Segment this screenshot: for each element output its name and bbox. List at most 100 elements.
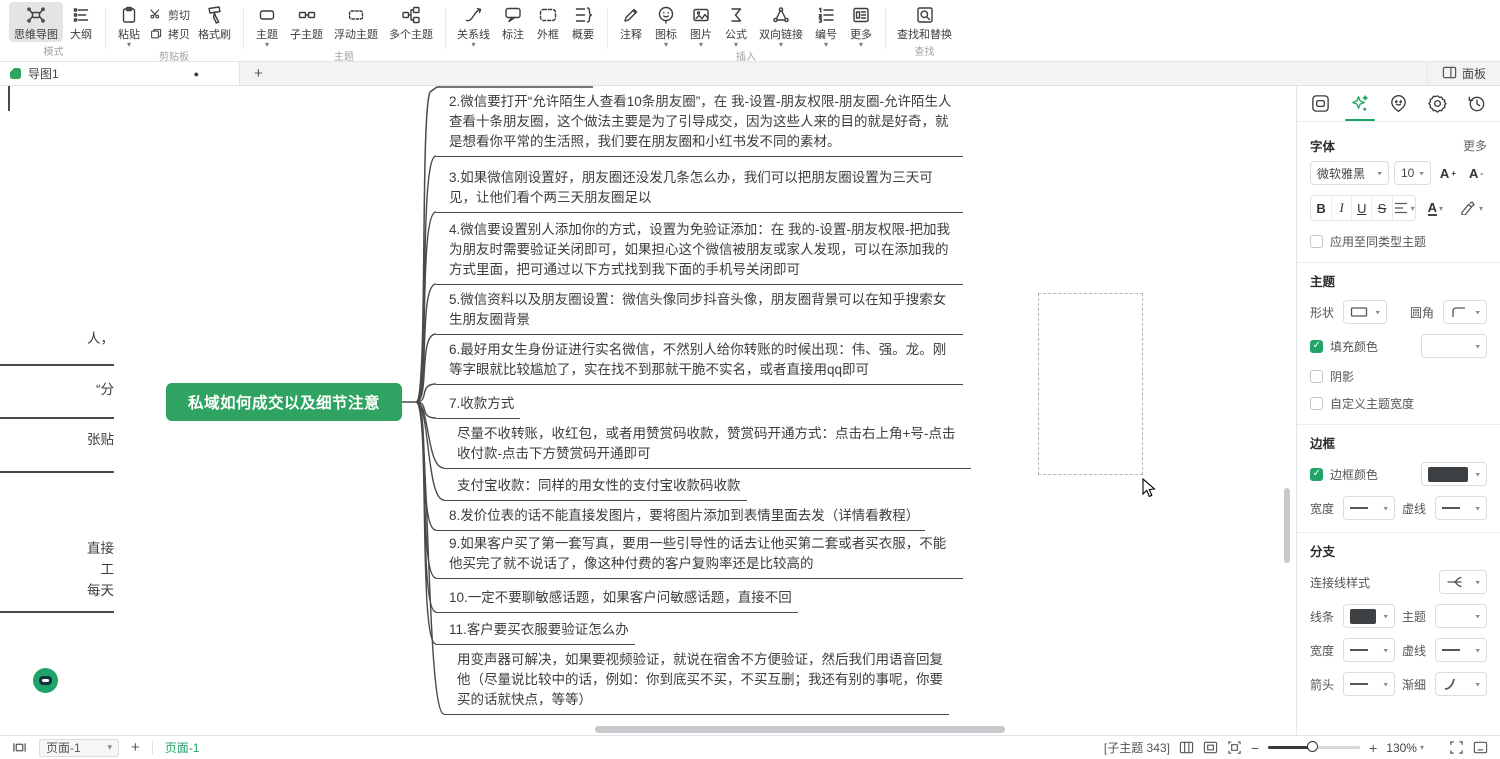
branch-dash-select[interactable]: ▾	[1435, 638, 1487, 662]
border-color-checkbox[interactable]	[1310, 468, 1323, 481]
topic-item[interactable]: 6.最好用女生身份证进行实名微信，不然别人给你转账的时候出现：伟、强。龙。刚等字…	[436, 338, 963, 385]
border-width-select[interactable]: ▾	[1343, 496, 1395, 520]
fit-window-icon[interactable]	[1227, 740, 1242, 755]
font-family-select[interactable]: 微软雅黑▾	[1310, 161, 1389, 185]
font-more-button[interactable]: 更多	[1463, 137, 1487, 154]
custom-width-checkbox[interactable]	[1310, 397, 1323, 410]
copy-button[interactable]: 拷贝	[147, 26, 192, 42]
vertical-scrollbar[interactable]	[1284, 488, 1290, 563]
paste-button[interactable]: 粘贴▾	[112, 2, 146, 48]
collapse-panel-icon[interactable]	[1473, 740, 1488, 755]
number-icon	[816, 5, 836, 25]
branch-topic-select[interactable]: ▾	[1435, 604, 1487, 628]
taper-label: 渐细	[1402, 676, 1426, 693]
page-select[interactable]: 页面-1 ▾	[39, 739, 119, 757]
clipped-topic-fragment[interactable]: “分	[0, 379, 114, 400]
page-list-icon[interactable]	[12, 740, 27, 755]
fill-color-checkbox[interactable]	[1310, 340, 1323, 353]
emoji-button[interactable]: 图标▾	[649, 2, 683, 48]
horizontal-scrollbar[interactable]	[595, 726, 1005, 733]
zoom-level[interactable]: 130% ▾	[1386, 741, 1424, 755]
central-topic[interactable]: 私域如何成交以及细节注意	[166, 383, 402, 421]
add-page-button[interactable]: +	[131, 739, 140, 756]
topic-item[interactable]: 7.收款方式	[436, 392, 520, 419]
taper-select[interactable]: ▾	[1435, 672, 1487, 696]
formula-button[interactable]: 公式▾	[719, 2, 753, 48]
page-tab[interactable]: 页面-1	[165, 739, 200, 756]
shape-select[interactable]: ▾	[1343, 300, 1387, 324]
more-button[interactable]: 更多▾	[844, 2, 878, 48]
add-document-tab-button[interactable]: +	[240, 65, 277, 82]
document-tab[interactable]: 导图1 ●	[0, 62, 240, 85]
format-painter-button[interactable]: 格式刷	[193, 2, 236, 42]
topic-item[interactable]: 支付宝收款：同样的用女性的支付宝收款码收款	[444, 474, 747, 501]
sidebar-tab-history[interactable]	[1459, 86, 1495, 121]
border-color-select[interactable]: ▾	[1421, 462, 1487, 486]
note-button[interactable]: 注释	[614, 2, 648, 42]
summary-button[interactable]: 概要	[566, 2, 600, 42]
strikethrough-button[interactable]: S	[1371, 196, 1391, 220]
topic-item[interactable]: 9.如果客户买了第一套写真，要用一些引导性的话去让他买第二套或者买衣服，不能他买…	[436, 532, 963, 579]
topic-item[interactable]: 2.微信要打开“允许陌生人查看10条朋友圈”，在 我-设置-朋友权限-朋友圈-允…	[436, 90, 963, 157]
multi-topic-button[interactable]: 多个主题	[384, 2, 438, 42]
corner-select[interactable]: ▾	[1443, 300, 1487, 324]
sidebar-tab-sticker[interactable]	[1381, 86, 1417, 121]
clipped-topic-fragment[interactable]: 张贴	[0, 429, 114, 450]
floating-topic-placeholder[interactable]	[1038, 293, 1143, 475]
topic-item[interactable]: 4.微信要设置别人添加你的方式，设置为免验证添加：在 我的-设置-朋友权限-把加…	[436, 218, 963, 285]
multi-page-view-icon[interactable]	[1179, 740, 1194, 755]
line-color-select[interactable]: ▾	[1343, 604, 1395, 628]
topic-item[interactable]: 5.微信资料以及朋友圈设置：微信头像同步抖音头像，朋友圈背景可以在知乎搜索女生朋…	[436, 288, 963, 335]
topic-item[interactable]: 3.如果微信刚设置好，朋友圈还没发几条怎么办，我们可以把朋友圈设置为三天可见，让…	[436, 166, 963, 213]
font-decrease-button[interactable]: A-	[1465, 166, 1487, 181]
topic-item[interactable]: 8.发价位表的话不能直接发图片，要将图片添加到表情里面去发（详情看教程）	[436, 504, 925, 531]
fullscreen-icon[interactable]	[1449, 740, 1464, 755]
zoom-in-button[interactable]: +	[1369, 740, 1377, 756]
align-select[interactable]: ▾	[1392, 196, 1415, 220]
clipped-topic-fragment[interactable]: 人，	[0, 328, 114, 349]
sidebar-tab-badge[interactable]	[1420, 86, 1456, 121]
branch-width-select[interactable]: ▾	[1343, 638, 1395, 662]
image-button[interactable]: 图片▾	[684, 2, 718, 48]
outline-button[interactable]: 大纲	[64, 2, 98, 42]
bold-button[interactable]: B	[1311, 196, 1331, 220]
boundary-button[interactable]: 外框	[531, 2, 565, 42]
chevron-down-icon: ▾	[824, 42, 828, 48]
clipped-topic-fragment[interactable]: 直接工每天	[0, 538, 114, 601]
zoom-out-button[interactable]: −	[1251, 740, 1259, 756]
line-style-select[interactable]: ▾	[1439, 570, 1487, 594]
fill-color-select[interactable]: ▾	[1421, 334, 1487, 358]
fit-topic-icon[interactable]	[1203, 740, 1218, 755]
highlight-color-button[interactable]: ▾	[1455, 201, 1487, 215]
topic-item[interactable]: 11.客户要买衣服要验证怎么办	[436, 618, 635, 645]
shadow-checkbox[interactable]	[1310, 370, 1323, 383]
relation-line-button[interactable]: 关系线▾	[452, 2, 495, 48]
font-increase-button[interactable]: A+	[1436, 166, 1460, 181]
find-replace-button[interactable]: 查找和替换	[892, 2, 957, 42]
topic-item[interactable]: 用变声器可解决，如果要视频验证，就说在宿舍不方便验证，然后我们用语音回复他（尽量…	[444, 648, 949, 715]
cut-button[interactable]: 剪切	[147, 7, 192, 23]
arrow-select[interactable]: ▾	[1343, 672, 1395, 696]
sidebar-tab-style[interactable]	[1342, 86, 1378, 121]
italic-button[interactable]: I	[1331, 196, 1351, 220]
assistant-button[interactable]	[33, 668, 58, 693]
font-color-button[interactable]: A▾	[1424, 201, 1447, 216]
zoom-slider[interactable]	[1268, 746, 1360, 749]
floating-topic-button[interactable]: 浮动主题	[329, 2, 383, 42]
panel-toggle-button[interactable]: 面板	[1427, 62, 1500, 85]
topic-item[interactable]: 尽量不收转账，收红包，或者用赞赏码收款，赞赏码开通方式：点击右上角+号-点击收付…	[444, 422, 971, 469]
sidebar-tab-canvas[interactable]	[1303, 86, 1339, 121]
mindmap-canvas[interactable]: 私域如何成交以及细节注意 2.微信要打开“允许陌生人查看10条朋友圈”，在 我-…	[0, 86, 1500, 735]
topic-button[interactable]: 主题▾	[250, 2, 284, 48]
underline-button[interactable]: U	[1351, 196, 1371, 220]
border-dash-select[interactable]: ▾	[1435, 496, 1487, 520]
subtopic-button[interactable]: 子主题	[285, 2, 328, 42]
number-button[interactable]: 编号▾	[809, 2, 843, 48]
font-size-select[interactable]: 10▾	[1394, 161, 1431, 185]
bilink-button[interactable]: 双向链接▾	[754, 2, 808, 48]
mindmap-button[interactable]: 思维导图	[9, 2, 63, 42]
topic-item[interactable]: 10.一定不要聊敏感话题，如果客户问敏感话题，直接不回	[436, 586, 798, 613]
callout-button[interactable]: 标注	[496, 2, 530, 42]
apply-same-type-checkbox[interactable]	[1310, 235, 1323, 248]
zoom-slider-knob[interactable]	[1307, 741, 1318, 752]
